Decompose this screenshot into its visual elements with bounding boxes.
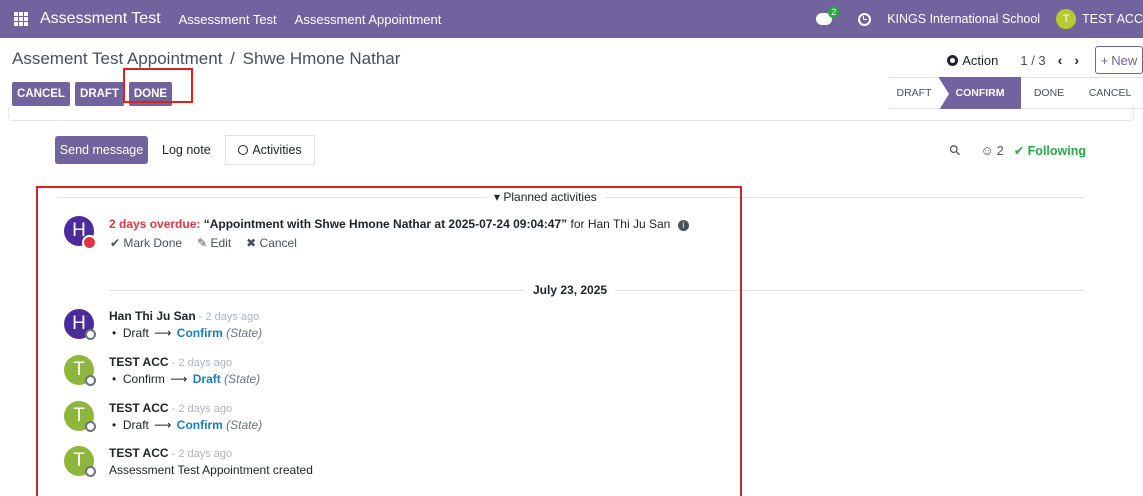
chatter-highlight-box	[36, 186, 742, 496]
following-button[interactable]: ✔ Following	[1014, 143, 1086, 158]
top-navbar: Assessment Test Assessment Test Assessme…	[0, 0, 1143, 38]
stage-draft[interactable]: DRAFT	[889, 77, 939, 109]
activities-label: Activities	[252, 143, 302, 157]
stage-done[interactable]: DONE	[1021, 77, 1077, 109]
user-menu[interactable]: TEST ACC	[1082, 12, 1143, 26]
control-panel-actions: Action 1 / 3 ‹ › + New	[947, 46, 1143, 74]
pager-next-button[interactable]: ›	[1074, 52, 1079, 68]
log-note-button[interactable]: Log note	[162, 136, 211, 164]
followers-icon[interactable]: ☺	[980, 143, 993, 158]
company-switcher[interactable]: KINGS International School	[887, 12, 1040, 26]
breadcrumb-separator: /	[230, 49, 235, 68]
cancel-button[interactable]: CANCEL	[12, 82, 70, 106]
user-avatar[interactable]: T	[1056, 9, 1077, 29]
paperclip-icon[interactable]: ⚲	[946, 141, 965, 160]
activities-button[interactable]: Activities	[225, 135, 315, 165]
new-label: New	[1111, 52, 1138, 68]
menu-assessment-test[interactable]: Assessment Test	[179, 12, 277, 27]
activity-clock-icon[interactable]	[858, 12, 872, 26]
plus-icon: +	[1100, 52, 1109, 68]
done-highlight-box	[123, 68, 193, 103]
pager-value[interactable]: 1 / 3	[1020, 53, 1045, 68]
action-menu-button[interactable]: Action	[947, 53, 998, 68]
menu-assessment-appointment[interactable]: Assessment Appointment	[295, 12, 442, 27]
stage-statusbar: DRAFT CONFIRM DONE CANCEL	[889, 77, 1143, 110]
send-message-button[interactable]: Send message	[55, 136, 148, 164]
breadcrumb: Assement Test Appointment / Shwe Hmone N…	[12, 49, 400, 69]
stage-confirm[interactable]: CONFIRM	[939, 77, 1021, 110]
gear-icon	[947, 54, 959, 66]
form-sheet-edge	[8, 107, 1134, 121]
action-label: Action	[962, 52, 999, 68]
chatter-topbar-right: ⚲ ☺ 2 ✔ Following	[946, 141, 1086, 160]
breadcrumb-current: Shwe Hmone Nathar	[242, 49, 401, 68]
messaging-count-badge: 2	[828, 6, 840, 18]
draft-button[interactable]: DRAFT	[75, 82, 124, 106]
stage-cancel[interactable]: CANCEL	[1077, 77, 1143, 109]
following-label: Following	[1027, 144, 1086, 158]
apps-menu-icon[interactable]	[14, 12, 28, 26]
followers-count[interactable]: 2	[997, 144, 1004, 158]
app-name[interactable]: Assessment Test	[40, 10, 161, 28]
new-button[interactable]: + New	[1095, 46, 1143, 74]
messaging-icon[interactable]: 2	[816, 6, 840, 25]
breadcrumb-parent[interactable]: Assement Test Appointment	[12, 49, 222, 68]
pager-previous-button[interactable]: ‹	[1058, 52, 1063, 68]
clock-icon	[238, 145, 249, 155]
